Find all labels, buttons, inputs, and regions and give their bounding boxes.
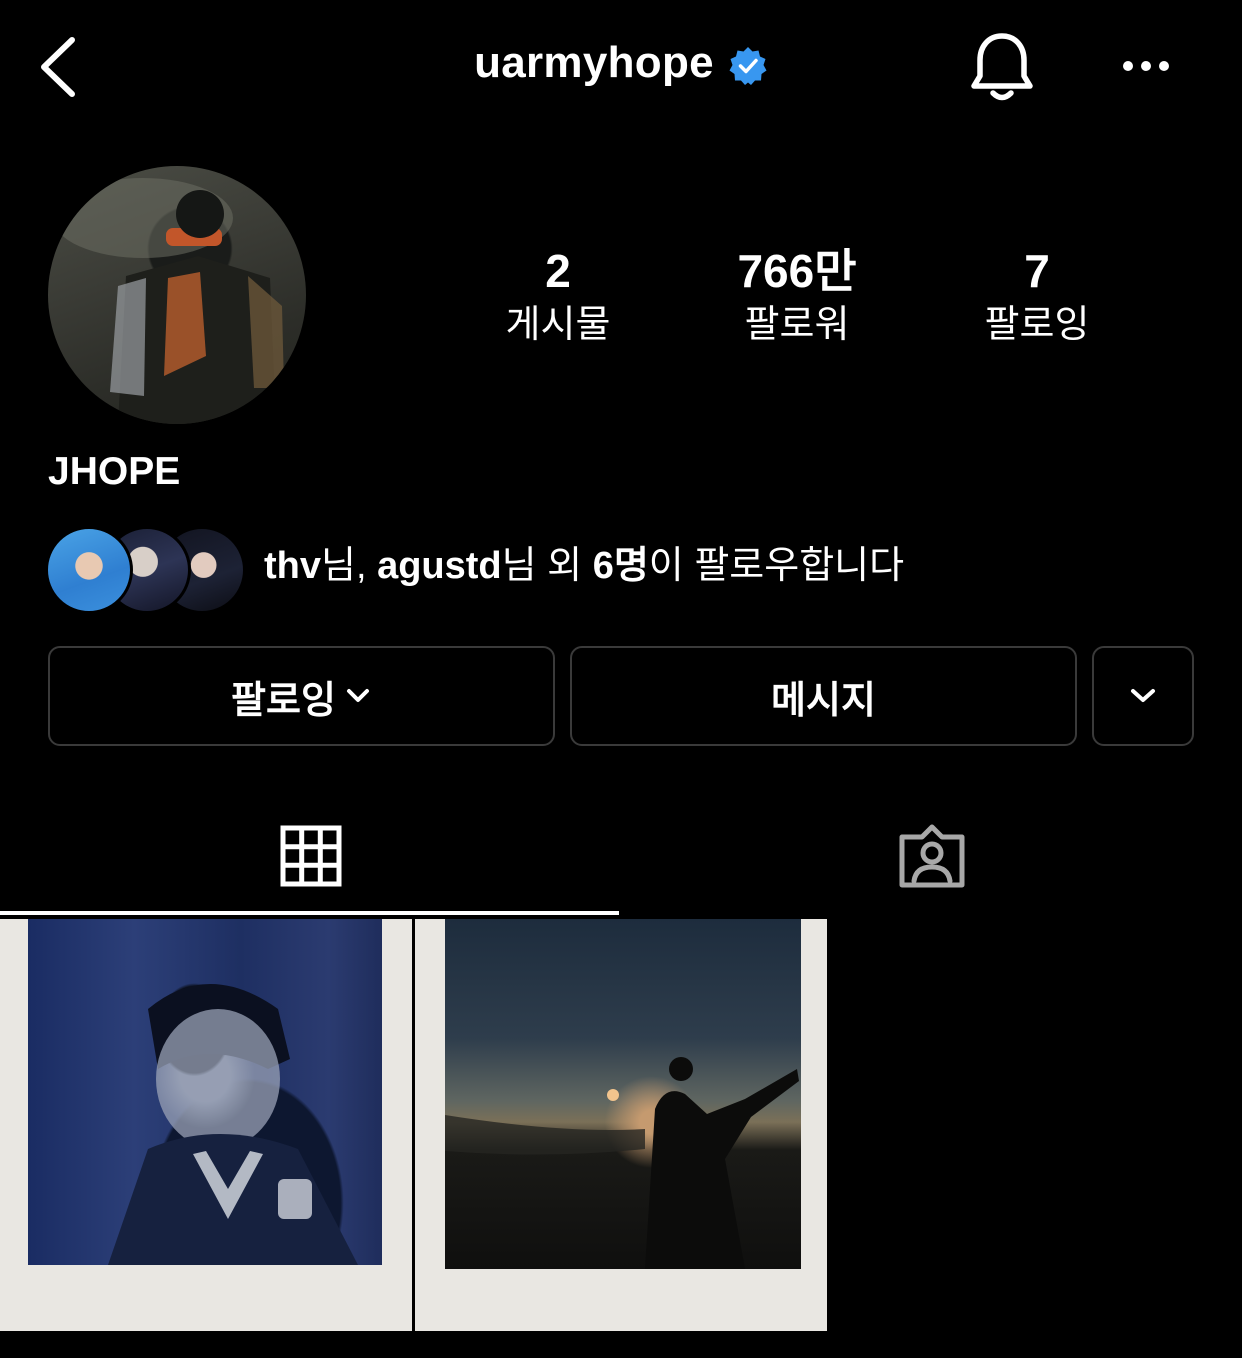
chevron-down-icon <box>1131 689 1155 702</box>
followed-by-text[interactable]: thv님, agustd님 외 6명이 팔로우합니다 <box>264 542 904 590</box>
verified-badge-icon <box>729 47 767 85</box>
bell-icon[interactable] <box>966 30 1038 104</box>
tab-posts-grid[interactable] <box>0 800 621 912</box>
avatar-photo <box>53 178 284 424</box>
followed-by-suffix: 이 팔로우합니다 <box>648 545 905 587</box>
post-photo-detail <box>108 984 358 1265</box>
post-thumbnail[interactable] <box>0 919 412 1331</box>
profile-avatar[interactable] <box>48 166 306 424</box>
header-title-group: uarmyhope <box>0 38 1242 88</box>
profile-username: uarmyhope <box>474 38 714 87</box>
more-options-icon[interactable] <box>1118 52 1174 80</box>
post-photo-detail <box>445 1057 799 1269</box>
following-count: 7 <box>1024 245 1050 297</box>
followers-count: 766만 <box>737 245 857 297</box>
chevron-down-icon <box>346 689 369 702</box>
stat-followers[interactable]: 766만 팔로워 <box>697 244 897 350</box>
polaroid-frame <box>415 919 827 1331</box>
followed-by-suffix: 님 외 <box>501 545 593 587</box>
follower-name[interactable]: agustd <box>377 545 502 587</box>
post-photo <box>445 919 801 1269</box>
posts-label: 게시물 <box>505 304 611 346</box>
tagged-person-icon <box>899 824 964 888</box>
stat-following[interactable]: 7 팔로잉 <box>937 244 1137 350</box>
follower-name[interactable]: thv <box>264 545 321 587</box>
following-button[interactable]: 팔로잉 <box>48 646 555 746</box>
active-tab-indicator <box>0 911 619 915</box>
tab-tagged[interactable] <box>621 800 1242 912</box>
follower-avatar[interactable] <box>45 526 133 614</box>
post-thumbnail[interactable] <box>415 919 827 1331</box>
post-photo <box>28 919 382 1265</box>
followers-label: 팔로워 <box>744 304 850 346</box>
polaroid-frame <box>0 919 412 1331</box>
following-label: 팔로잉 <box>984 304 1090 346</box>
profile-display-name: JHOPE <box>48 450 181 493</box>
following-button-label: 팔로잉 <box>231 679 336 722</box>
posts-count: 2 <box>545 245 571 297</box>
message-button[interactable]: 메시지 <box>570 646 1077 746</box>
message-button-label: 메시지 <box>771 679 876 722</box>
grid-icon <box>280 825 341 887</box>
stat-posts[interactable]: 2 게시물 <box>458 244 658 350</box>
followed-by-suffix: 님, <box>321 545 378 587</box>
followed-by-count: 6명 <box>592 545 649 587</box>
back-chevron-icon[interactable] <box>34 34 82 100</box>
suggestions-toggle-button[interactable] <box>1092 646 1194 746</box>
